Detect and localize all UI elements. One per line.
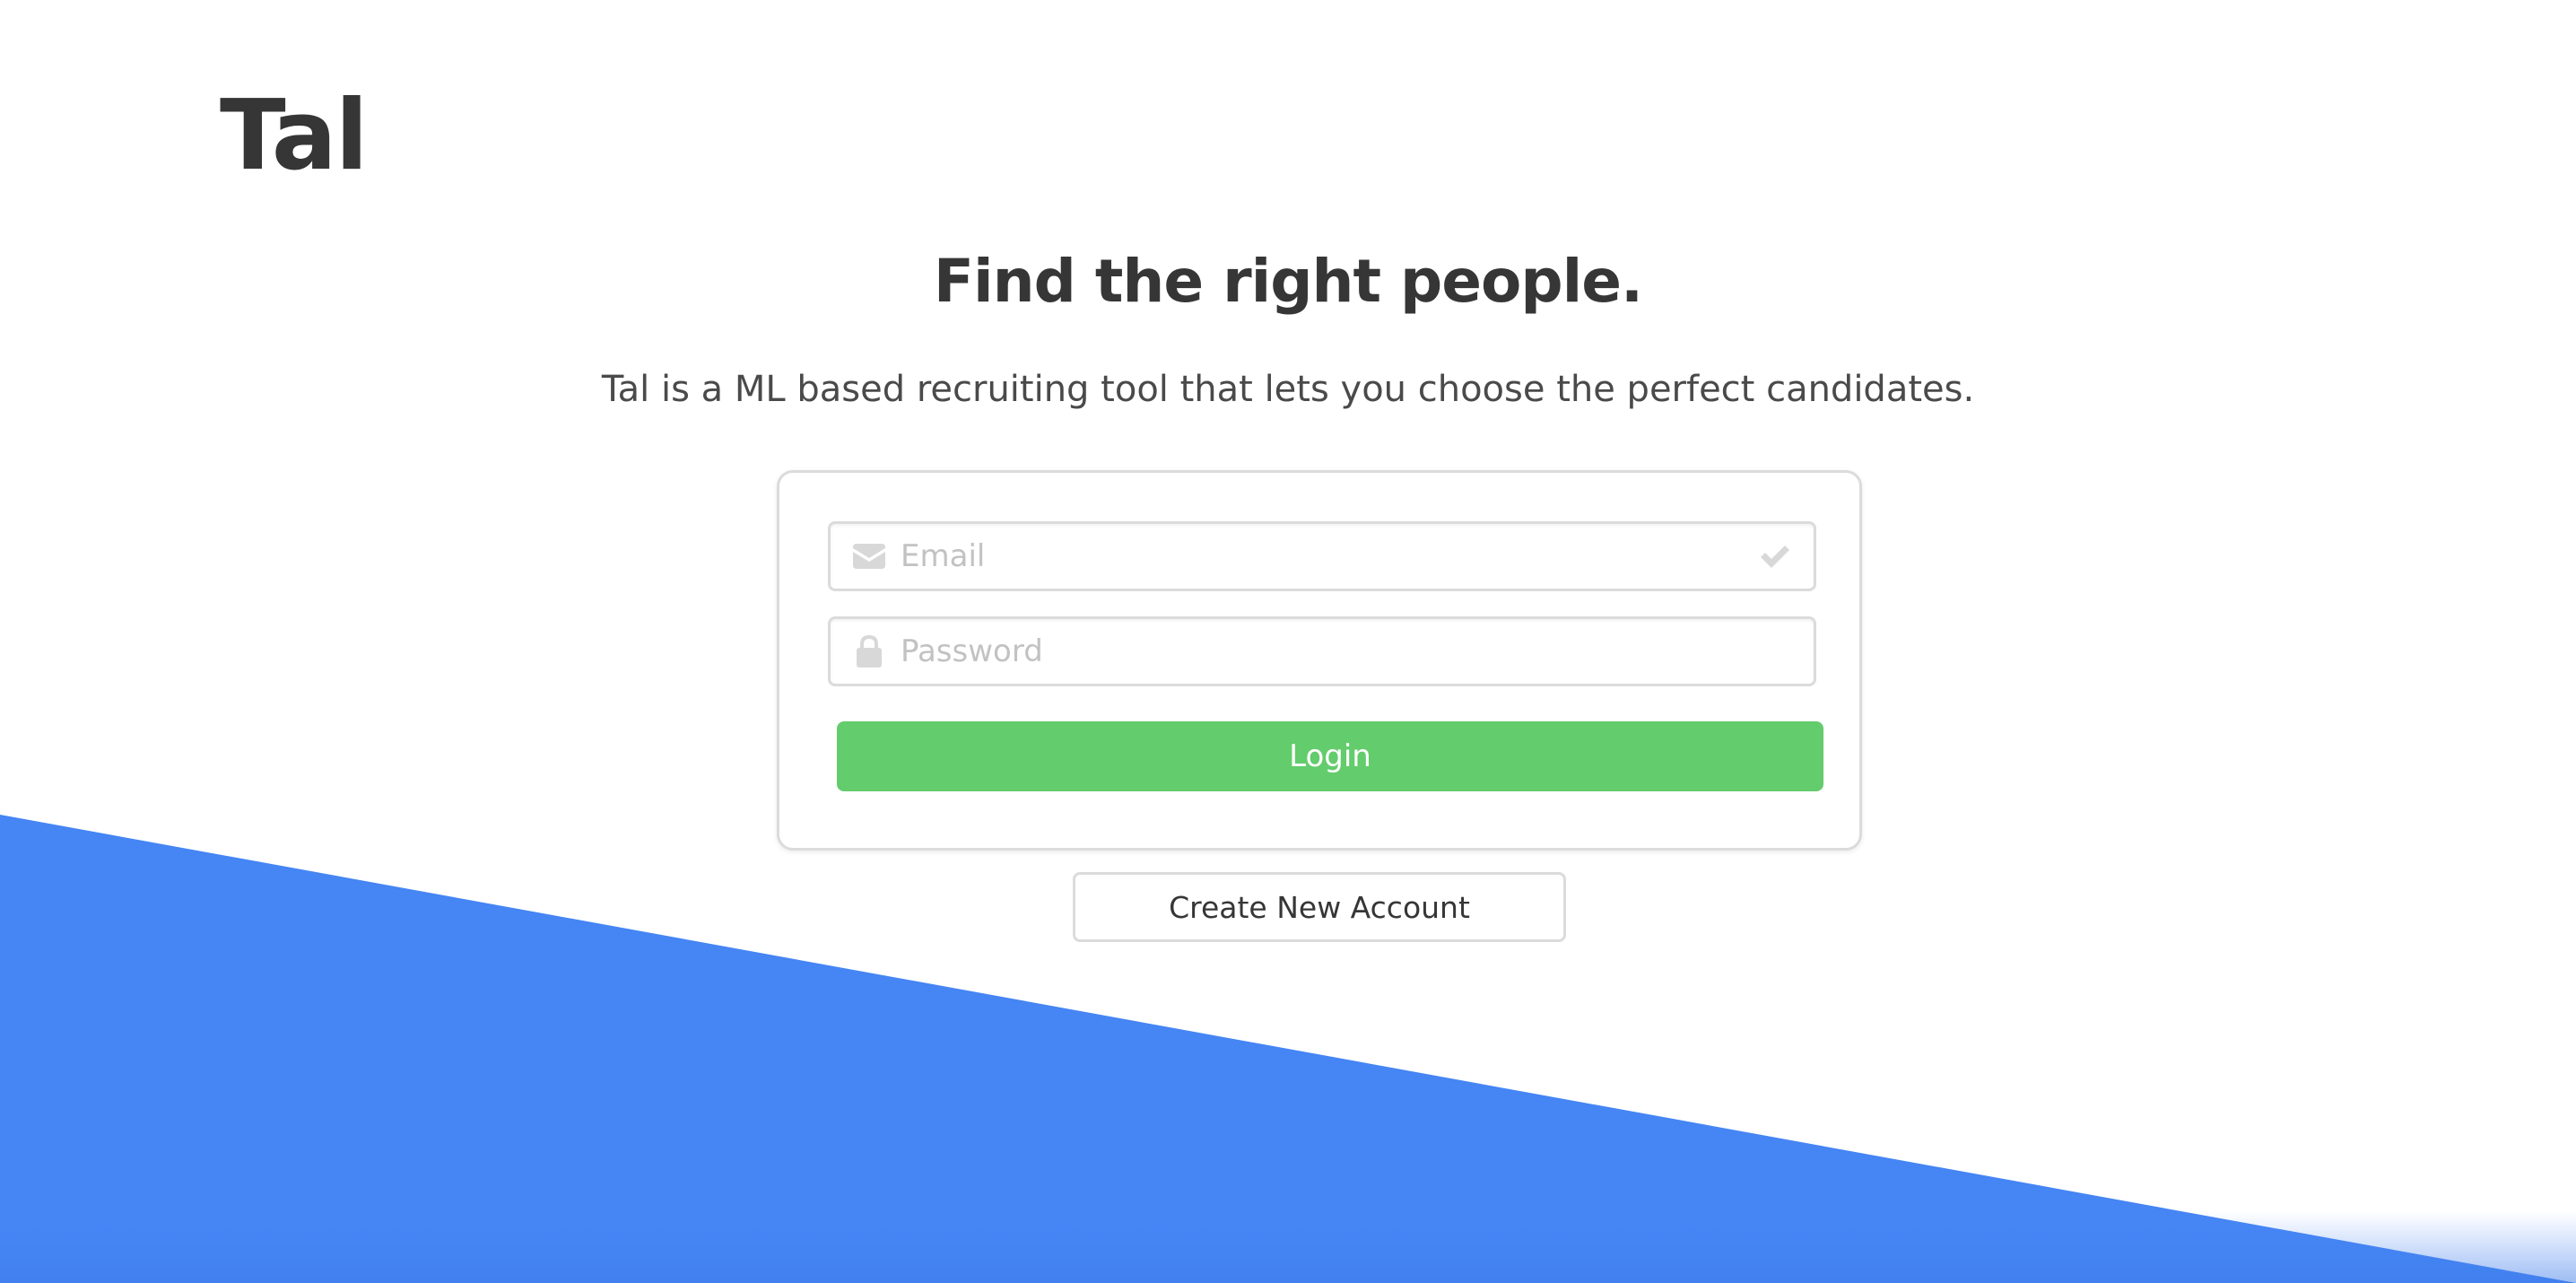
password-field[interactable] [828,616,1816,686]
page-subheadline: Tal is a ML based recruiting tool that l… [601,369,1975,410]
login-button[interactable]: Login [837,721,1823,791]
password-input[interactable] [901,619,1726,684]
email-input[interactable] [901,524,1726,589]
page-headline: Find the right people. [933,247,1643,316]
login-page: Tal Find the right people. Tal is a ML b… [0,0,2576,1283]
envelope-icon [838,524,901,589]
tal-logo: Tal [220,80,369,192]
check-icon [1744,524,1806,589]
email-field[interactable] [828,521,1816,591]
lock-icon [838,619,901,684]
create-account-button[interactable]: Create New Account [1073,872,1566,942]
login-card: Login [777,470,1862,851]
